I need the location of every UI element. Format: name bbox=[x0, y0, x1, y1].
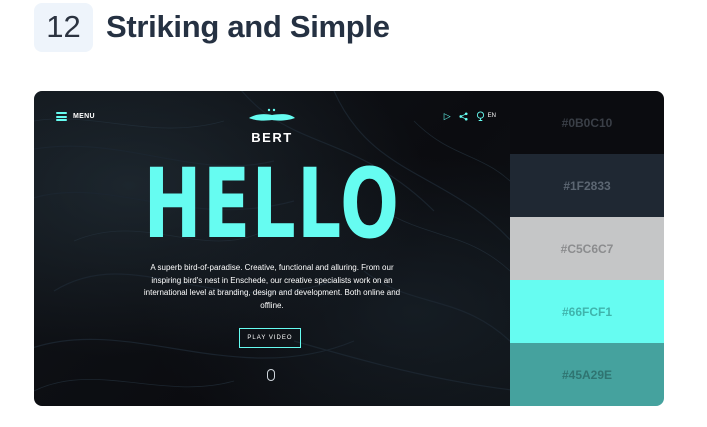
hero-headline: HELLO bbox=[143, 148, 401, 260]
color-swatch-3: #C5C6C7 bbox=[510, 217, 664, 280]
menu-button[interactable]: MENU bbox=[56, 112, 95, 121]
color-swatch-1: #0B0C10 bbox=[510, 91, 664, 154]
swatch-hex-4: #66FCF1 bbox=[561, 304, 613, 319]
swatch-hex-3: #C5C6C7 bbox=[560, 241, 614, 256]
color-swatch-5: #45A29E bbox=[510, 343, 664, 406]
color-swatch-2: #1F2833 bbox=[510, 154, 664, 217]
color-swatch-4: #66FCF1 bbox=[510, 280, 664, 343]
globe-icon[interactable] bbox=[476, 111, 485, 121]
swatch-hex-5: #45A29E bbox=[561, 367, 613, 382]
logo-mark-icon bbox=[249, 108, 295, 121]
play-video-button[interactable]: PLAY VIDEO bbox=[239, 328, 301, 348]
design-example-card: MENU BERT ▷ EN HELLO A superb bird-of-pa… bbox=[34, 91, 664, 406]
language-selector[interactable]: EN bbox=[488, 113, 496, 119]
section-heading: 12 Striking and Simple bbox=[34, 2, 390, 52]
share-icon[interactable] bbox=[459, 111, 468, 121]
color-palette: #0B0C10 #1F2833 #C5C6C7 #66FCF1 #45A29E bbox=[510, 91, 664, 406]
top-right-controls: ▷ EN bbox=[444, 111, 496, 121]
scroll-mouse-icon bbox=[267, 369, 275, 381]
website-hero-preview: MENU BERT ▷ EN HELLO A superb bird-of-pa… bbox=[34, 91, 510, 406]
section-number-badge: 12 bbox=[34, 2, 93, 52]
swatch-hex-1: #0B0C10 bbox=[561, 115, 613, 130]
section-title: Striking and Simple bbox=[106, 9, 390, 44]
menu-label: MENU bbox=[73, 113, 95, 120]
hero-description: A superb bird-of-paradise. Creative, fun… bbox=[143, 263, 401, 310]
menu-icon bbox=[56, 112, 67, 121]
logo-name: BERT bbox=[251, 130, 293, 145]
bert-logo[interactable]: BERT bbox=[244, 107, 300, 145]
swatch-hex-2: #1F2833 bbox=[563, 178, 611, 193]
play-icon[interactable]: ▷ bbox=[444, 111, 451, 121]
